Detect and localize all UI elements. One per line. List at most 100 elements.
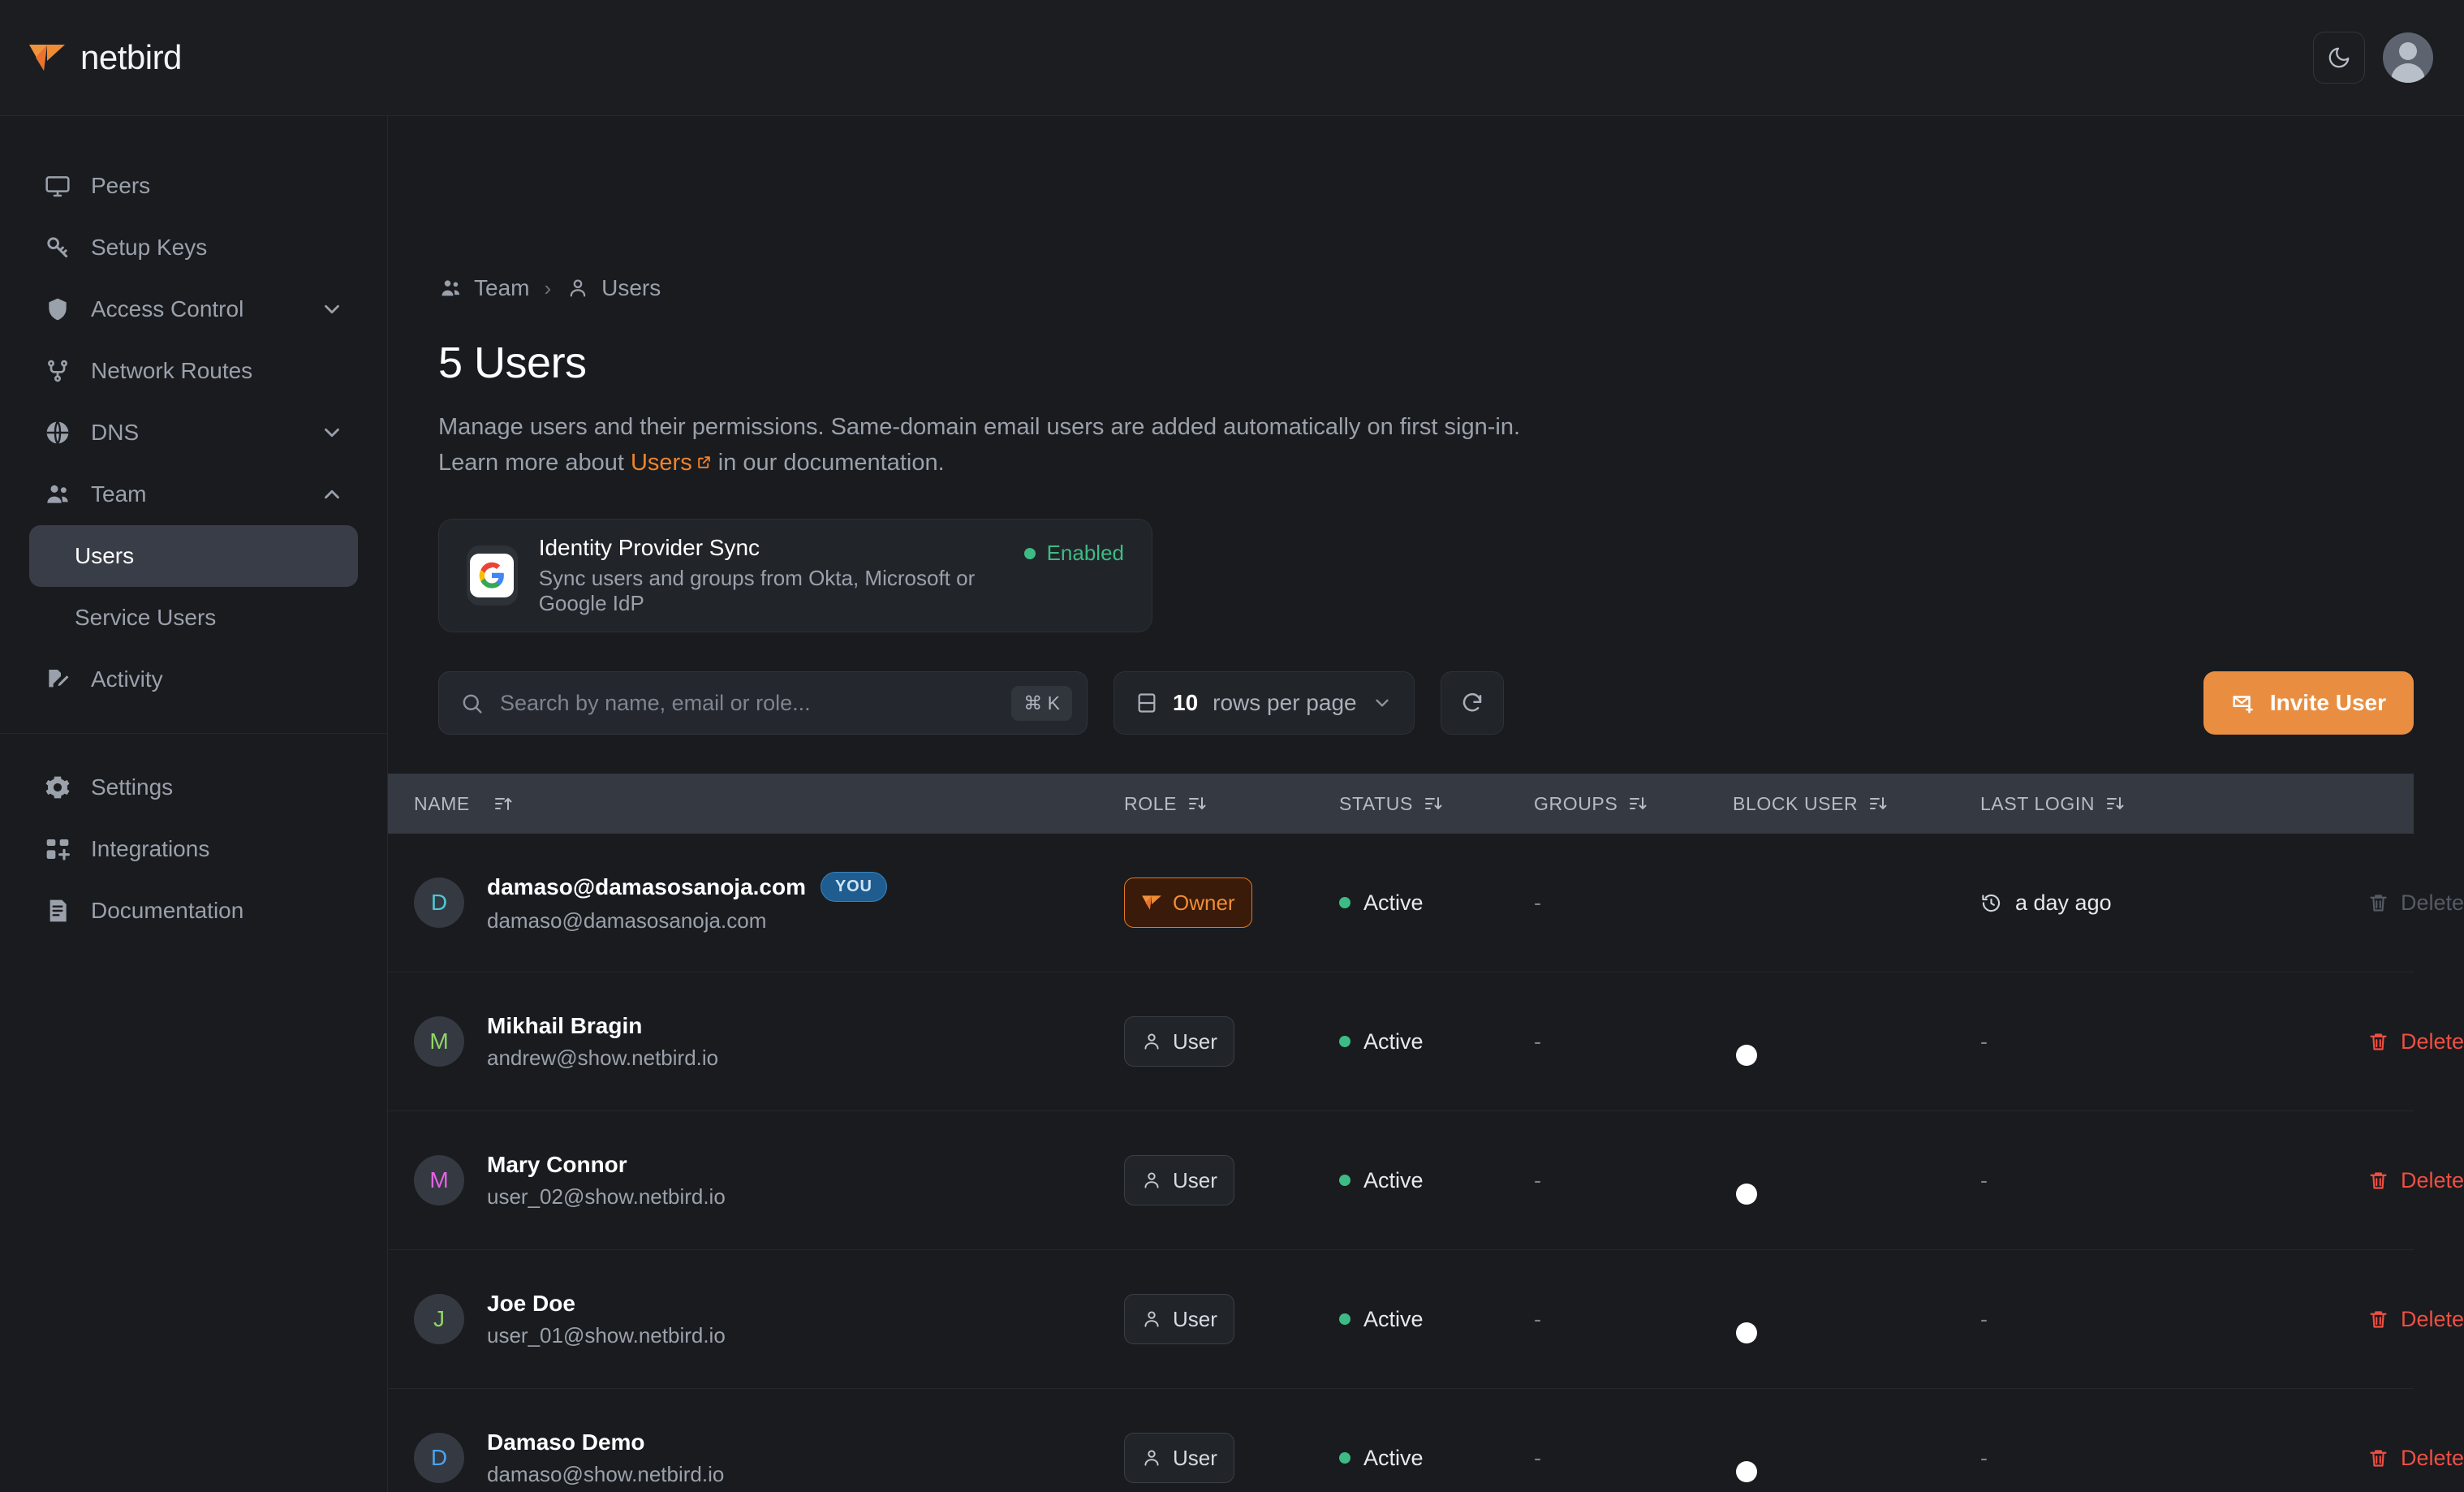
column-header-status[interactable]: STATUS bbox=[1339, 793, 1534, 815]
identity-provider-sync-card[interactable]: Identity Provider Sync Sync users and gr… bbox=[438, 519, 1152, 633]
role-badge-owner[interactable]: Owner bbox=[1124, 878, 1252, 929]
page-description-line-2: Learn more about Users in our documentat… bbox=[438, 445, 2464, 481]
sidebar-item-setup-keys[interactable]: Setup Keys bbox=[29, 217, 358, 278]
sidebar-label: Users bbox=[75, 543, 135, 568]
search-input[interactable]: Search by name, email or role... ⌘ K bbox=[438, 671, 1088, 735]
last-login-value: - bbox=[1980, 1306, 1988, 1331]
role-badge-user[interactable]: User bbox=[1124, 1433, 1234, 1484]
sidebar-label: Integrations bbox=[91, 836, 210, 861]
globe-icon bbox=[42, 417, 73, 448]
google-g-icon bbox=[470, 554, 515, 598]
chevron-down-icon[interactable] bbox=[319, 420, 345, 446]
sidebar-item-access-control[interactable]: Access Control bbox=[29, 278, 358, 340]
name-email-block: Damaso Demo damaso@show.netbird.io bbox=[487, 1429, 724, 1487]
sort-desc-icon bbox=[1187, 793, 1208, 814]
mail-plus-icon bbox=[2231, 691, 2255, 715]
theme-toggle-button[interactable] bbox=[2313, 32, 2365, 84]
invite-user-button[interactable]: Invite User bbox=[2203, 671, 2414, 735]
column-header-role[interactable]: ROLE bbox=[1124, 793, 1339, 815]
sidebar-item-dns[interactable]: DNS bbox=[29, 402, 358, 464]
users-table: NAME ROLE STATUS GROUPS BLOCK USER LAST … bbox=[388, 774, 2464, 1492]
sidebar-item-peers[interactable]: Peers bbox=[29, 155, 358, 217]
chevron-up-icon[interactable] bbox=[319, 481, 345, 507]
refresh-button[interactable] bbox=[1440, 671, 1504, 735]
sort-desc-icon bbox=[1423, 793, 1444, 814]
user-name: Mary Connor bbox=[487, 1151, 627, 1177]
network-icon bbox=[42, 356, 73, 386]
cell-name: M Mary Connor user_02@show.netbird.io bbox=[414, 1152, 1124, 1210]
status-dot-icon bbox=[1339, 897, 1350, 909]
sidebar-label: Settings bbox=[91, 774, 174, 800]
delete-label: Delete bbox=[2401, 1167, 2464, 1192]
column-label: STATUS bbox=[1339, 792, 1413, 814]
history-icon bbox=[1980, 892, 2002, 914]
user-avatar[interactable] bbox=[2383, 32, 2433, 83]
column-header-name[interactable]: NAME bbox=[414, 793, 1124, 815]
role-label: Owner bbox=[1173, 890, 1235, 915]
table-row[interactable]: D Damaso Demo damaso@show.netbird.io User Ac… bbox=[388, 1389, 2464, 1492]
sidebar-item-team[interactable]: Team bbox=[29, 464, 358, 525]
idp-texts: Identity Provider Sync Sync users and gr… bbox=[539, 535, 1003, 616]
user-email: user_02@show.netbird.io bbox=[487, 1184, 726, 1209]
role-label: User bbox=[1173, 1306, 1217, 1331]
netbird-logo-icon bbox=[1141, 894, 1162, 912]
column-header-block-user[interactable]: BLOCK USER bbox=[1733, 793, 1980, 815]
refresh-icon bbox=[1460, 691, 1484, 715]
status-dot-icon bbox=[1023, 547, 1036, 559]
external-link-icon bbox=[696, 455, 712, 470]
cell-status: Active bbox=[1339, 1029, 1534, 1054]
table-row[interactable]: M Mikhail Bragin andrew@show.netbird.io Use… bbox=[388, 972, 2464, 1112]
users-doc-link[interactable]: Users bbox=[631, 450, 692, 476]
sidebar-label: Setup Keys bbox=[91, 235, 208, 260]
cell-actions: Delete bbox=[2350, 1029, 2464, 1054]
delete-button[interactable]: Delete bbox=[2367, 1446, 2464, 1471]
body-wrapper: Peers Setup Keys Access Control Network … bbox=[0, 116, 2464, 1492]
sidebar-item-service-users[interactable]: Service Users bbox=[29, 587, 358, 649]
you-badge: YOU bbox=[821, 872, 887, 903]
user-email: damaso@show.netbird.io bbox=[487, 1461, 725, 1486]
breadcrumb: Team › Users bbox=[438, 116, 2464, 301]
status-badge: Active bbox=[1339, 1029, 1534, 1054]
breadcrumb-parent[interactable]: Team bbox=[474, 275, 529, 301]
rows-per-page-select[interactable]: 10 rows per page bbox=[1114, 671, 1415, 735]
sidebar-item-integrations[interactable]: Integrations bbox=[29, 818, 358, 880]
table-header-row: NAME ROLE STATUS GROUPS BLOCK USER LAST … bbox=[388, 774, 2414, 834]
column-header-groups[interactable]: GROUPS bbox=[1534, 793, 1733, 815]
delete-button[interactable]: Delete bbox=[2367, 1307, 2464, 1332]
cell-role: User bbox=[1124, 1155, 1339, 1206]
role-badge-user[interactable]: User bbox=[1124, 1016, 1234, 1067]
sidebar-item-users[interactable]: Users bbox=[29, 525, 358, 587]
name-email-block: Joe Doe user_01@show.netbird.io bbox=[487, 1291, 726, 1348]
table-row[interactable]: J Joe Doe user_01@show.netbird.io User Activ… bbox=[388, 1250, 2464, 1390]
status-badge: Active bbox=[1339, 1168, 1534, 1193]
chevron-down-icon[interactable] bbox=[319, 296, 345, 322]
brand-logo[interactable]: netbird bbox=[28, 38, 182, 77]
idp-subtitle: Sync users and groups from Okta, Microso… bbox=[538, 566, 976, 616]
status-label: Active bbox=[1363, 890, 1424, 915]
table-row[interactable]: Ddamaso@damasosanoja.com YOU damaso@damaso… bbox=[388, 834, 2464, 973]
rows-icon bbox=[1135, 692, 1158, 714]
user-icon bbox=[1141, 1031, 1162, 1052]
sidebar-item-settings[interactable]: Settings bbox=[29, 757, 358, 818]
delete-button: Delete bbox=[2367, 890, 2464, 916]
table-row[interactable]: M Mary Connor user_02@show.netbird.io User A… bbox=[388, 1111, 2464, 1251]
delete-button[interactable]: Delete bbox=[2367, 1029, 2464, 1054]
sidebar-label: Service Users bbox=[75, 605, 217, 630]
role-badge-user[interactable]: User bbox=[1124, 1294, 1234, 1345]
sort-desc-icon bbox=[2104, 793, 2126, 814]
sidebar-label: Documentation bbox=[91, 898, 244, 923]
sidebar-item-documentation[interactable]: Documentation bbox=[29, 880, 358, 942]
user-icon bbox=[1141, 1309, 1162, 1330]
sidebar-label: Peers bbox=[91, 173, 151, 198]
sidebar-item-activity[interactable]: Activity bbox=[29, 649, 358, 710]
breadcrumb-current[interactable]: Users bbox=[601, 275, 661, 301]
sidebar-item-network-routes[interactable]: Network Routes bbox=[29, 340, 358, 402]
role-badge-user[interactable]: User bbox=[1124, 1155, 1234, 1206]
netbird-logo-icon bbox=[28, 41, 67, 74]
user-icon bbox=[566, 276, 590, 300]
column-header-last-login[interactable]: LAST LOGIN bbox=[1980, 793, 2350, 815]
trash-icon bbox=[2367, 1447, 2389, 1469]
delete-button[interactable]: Delete bbox=[2367, 1168, 2464, 1193]
cell-actions: Delete bbox=[2350, 1168, 2464, 1193]
status-badge: Active bbox=[1339, 890, 1534, 916]
